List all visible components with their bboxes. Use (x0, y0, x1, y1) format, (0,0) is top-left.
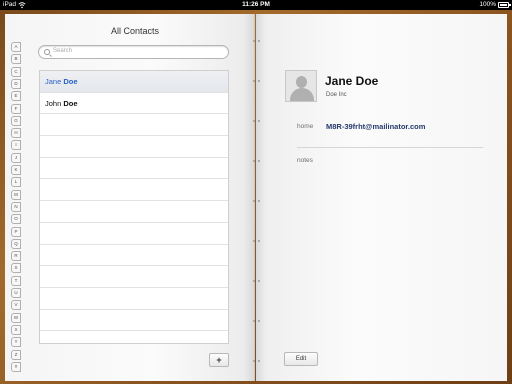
index-tab[interactable]: V (11, 300, 21, 311)
index-tab[interactable]: M (11, 189, 21, 200)
list-item[interactable]: Jane Doe (40, 71, 228, 93)
list-item[interactable]: John Doe (40, 93, 228, 115)
empty-row (40, 310, 228, 332)
index-tab[interactable]: W (11, 312, 21, 323)
notes-label[interactable]: notes (297, 157, 313, 164)
index-tab[interactable]: S (11, 263, 21, 274)
first-name: Jane (45, 77, 62, 86)
index-tab[interactable]: I (11, 140, 21, 151)
empty-row (40, 223, 228, 245)
index-tab[interactable]: P (11, 226, 21, 237)
empty-row (40, 136, 228, 158)
contact-row-name: Jane Doe (45, 77, 78, 86)
search-placeholder: Search (53, 48, 73, 54)
empty-row (40, 266, 228, 288)
index-tab[interactable]: O (11, 214, 21, 225)
index-tab[interactable]: L (11, 177, 21, 188)
empty-row (40, 201, 228, 223)
battery-icon (498, 2, 511, 8)
empty-row (40, 288, 228, 310)
index-tab[interactable]: H (11, 128, 21, 139)
battery-percent: 100% (479, 1, 496, 8)
empty-row (40, 158, 228, 180)
empty-row (40, 180, 228, 202)
contact-name: Jane Doe (325, 74, 379, 88)
search-icon (44, 49, 50, 55)
index-tab[interactable]: T (11, 275, 21, 286)
index-tab[interactable]: Y (11, 337, 21, 348)
add-contact-button[interactable]: + (209, 353, 229, 367)
index-tab[interactable]: D (11, 78, 21, 89)
index-tab[interactable]: G (11, 115, 21, 126)
index-tab[interactable]: # (11, 361, 21, 372)
index-tab[interactable]: R (11, 251, 21, 262)
avatar (285, 70, 317, 102)
contact-company: Doe Inc (326, 92, 347, 98)
last-name: Doe (63, 77, 78, 86)
contact-row-name: John Doe (45, 99, 78, 108)
divider (297, 147, 483, 148)
last-name: Doe (63, 98, 78, 108)
contact-list: Jane Doe John Doe (39, 70, 229, 344)
index-tab[interactable]: Z (11, 349, 21, 360)
index-tab[interactable]: J (11, 152, 21, 163)
person-silhouette-icon (296, 76, 307, 88)
search-input[interactable]: Search (38, 45, 229, 59)
email-label: home (297, 123, 314, 130)
index-tab[interactable]: N (11, 201, 21, 212)
index-tab[interactable]: E (11, 91, 21, 102)
index-tab[interactable]: X (11, 324, 21, 335)
clock: 11:26 PM (242, 1, 270, 8)
index-tab[interactable]: K (11, 165, 21, 175)
index-tab[interactable]: U (11, 288, 21, 298)
empty-row (40, 114, 228, 137)
alphabet-index[interactable]: A B C D E F G H I J K L M N O P Q R S T U V W X Y Z # (11, 42, 21, 372)
index-tab[interactable]: B (11, 54, 21, 65)
page-title: All Contacts (110, 26, 160, 36)
email-value[interactable]: M8R-39frht@mailinator.com (326, 122, 425, 131)
edit-button[interactable]: Edit (284, 352, 318, 366)
index-tab[interactable]: Q (11, 238, 21, 249)
index-tab[interactable]: F (11, 103, 21, 114)
index-tab[interactable]: C (11, 66, 21, 77)
status-bar: iPad 11:26 PM 100% (0, 0, 512, 10)
first-name: John (45, 98, 62, 108)
index-tab[interactable]: A (11, 42, 21, 52)
empty-row (40, 245, 228, 267)
